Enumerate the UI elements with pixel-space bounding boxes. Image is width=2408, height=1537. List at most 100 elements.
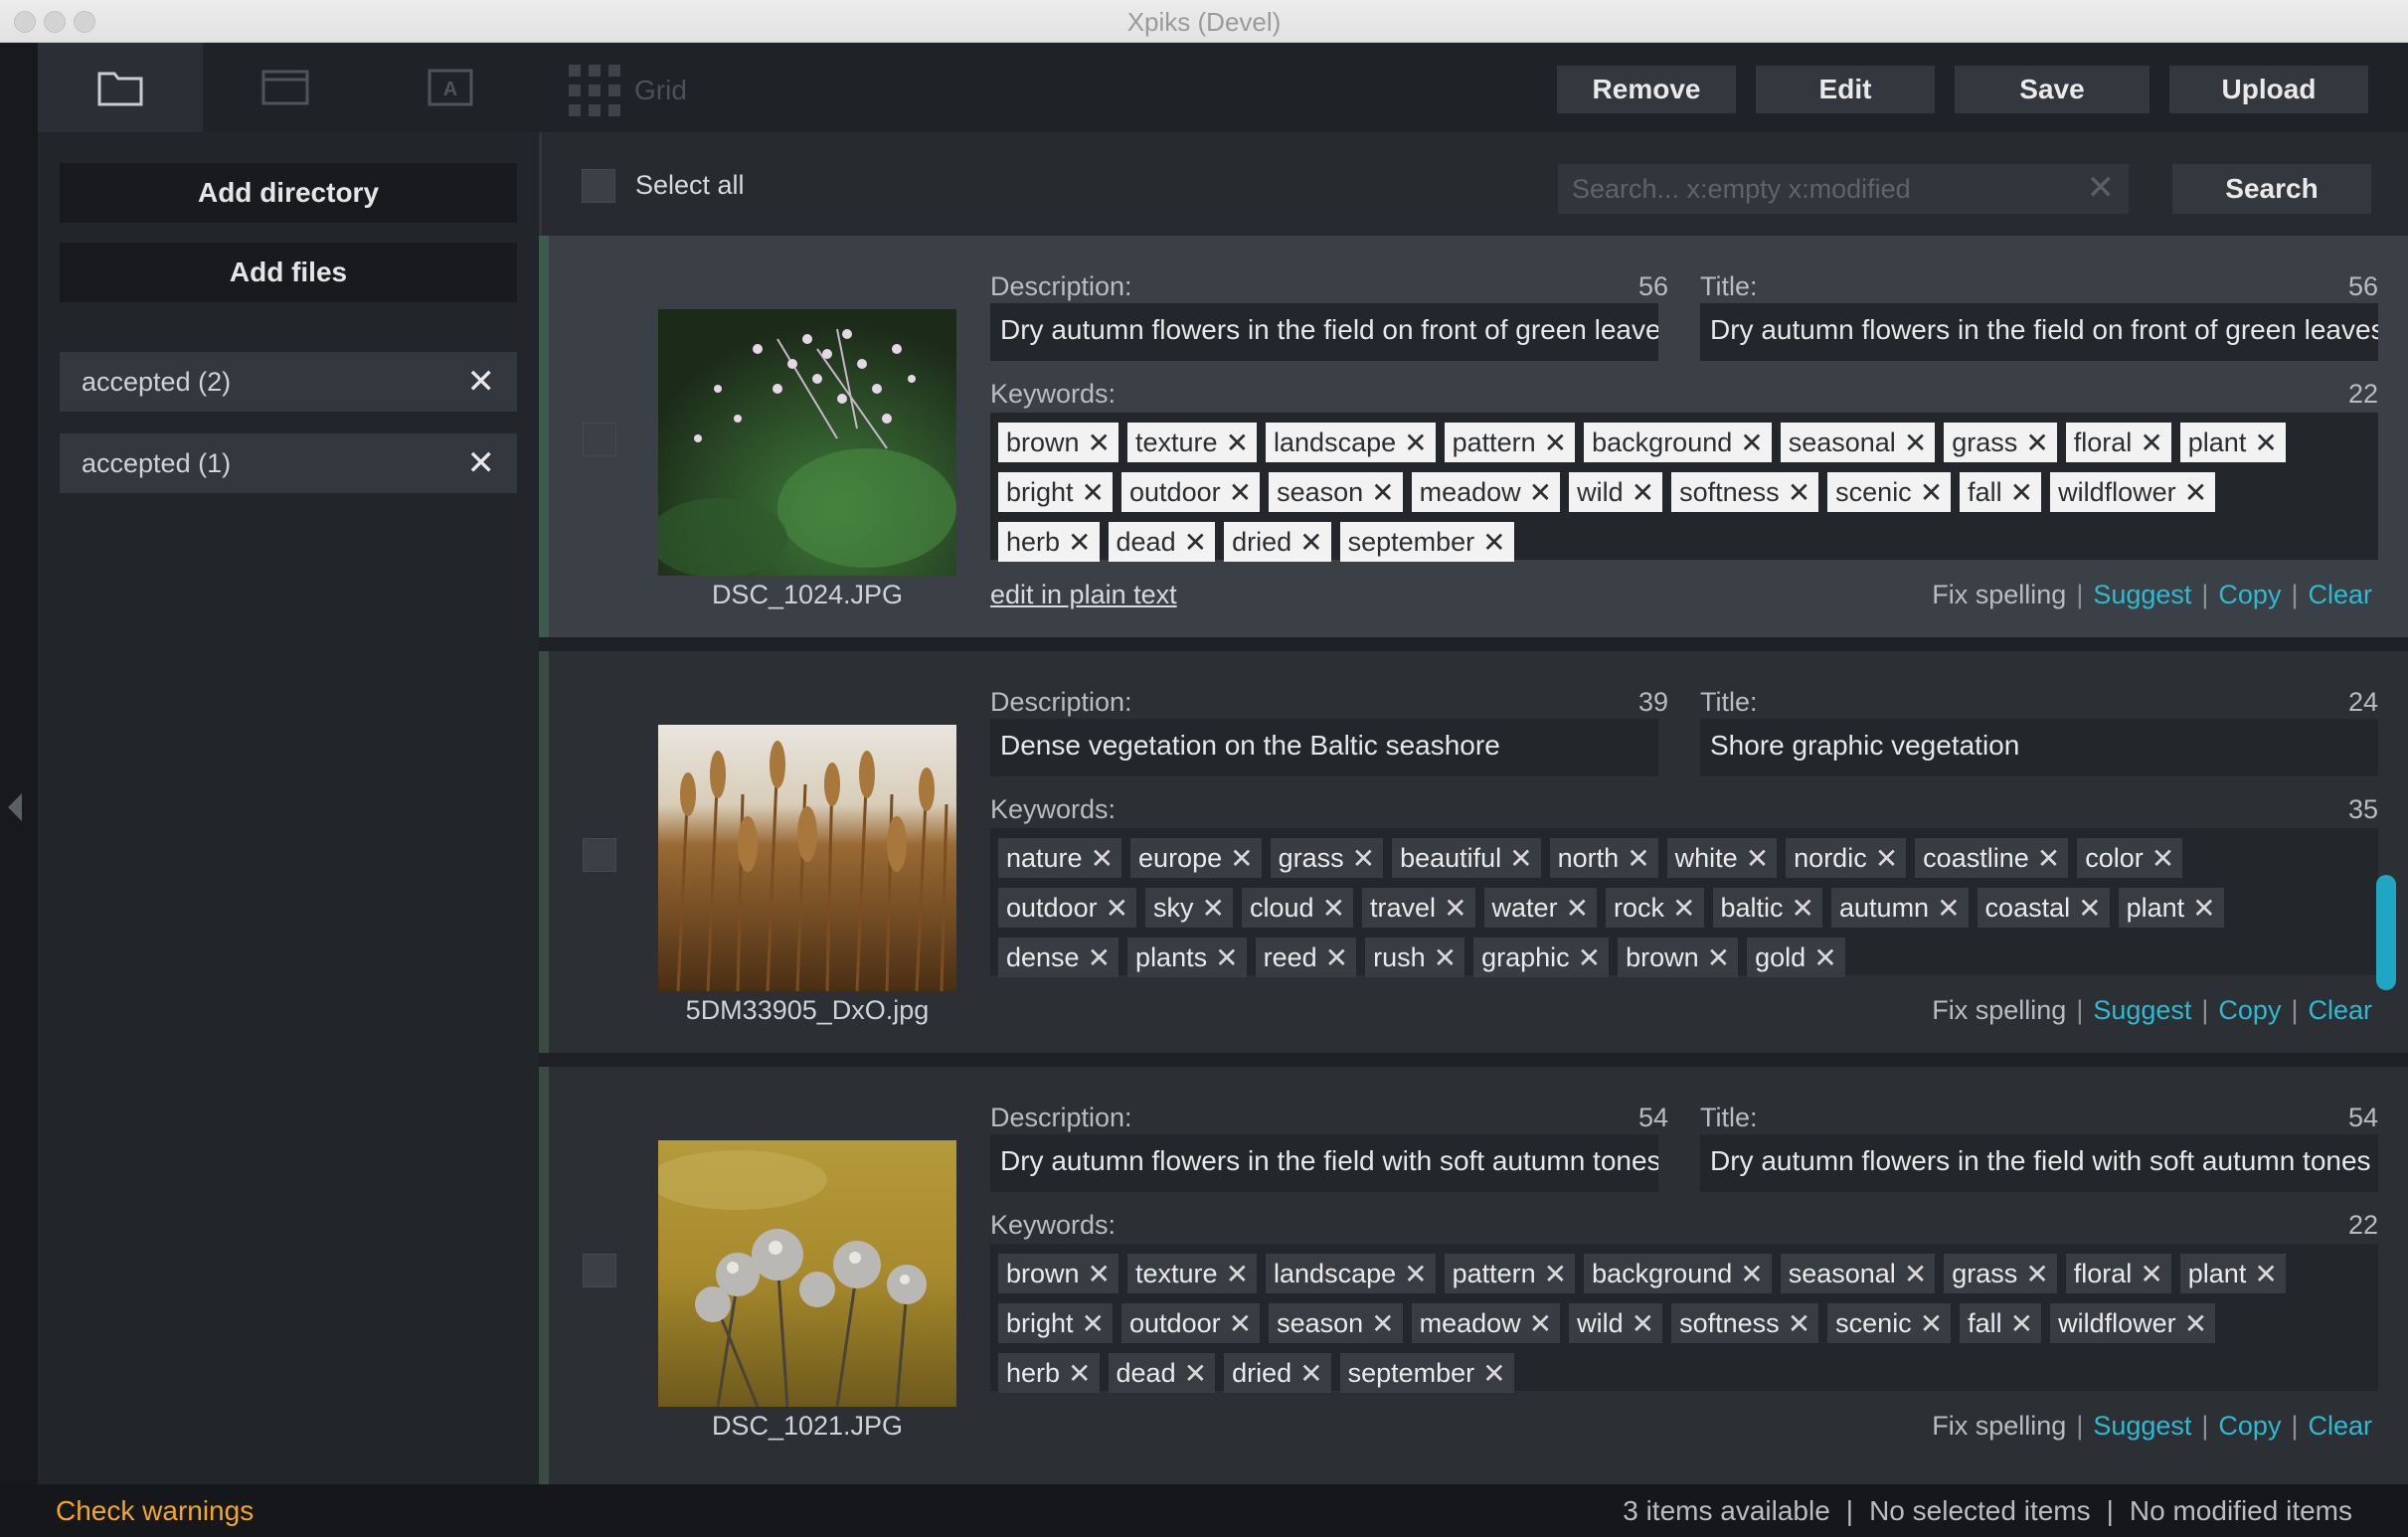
remove-keyword-icon[interactable]: ✕ [1444,892,1466,925]
remove-keyword-icon[interactable]: ✕ [1788,1307,1810,1340]
remove-keyword-icon[interactable]: ✕ [2037,842,2060,875]
remove-keyword-icon[interactable]: ✕ [1544,1258,1567,1290]
remove-keyword-icon[interactable]: ✕ [1229,476,1252,509]
select-all-label[interactable]: Select all [635,170,745,201]
remove-keyword-icon[interactable]: ✕ [1813,941,1836,974]
remove-keyword-icon[interactable]: ✕ [2184,476,2207,509]
keyword-chip[interactable]: softness ✕ [1671,472,1819,512]
fix-spelling-link[interactable]: Fix spelling [1932,995,2066,1026]
clear-search-icon[interactable]: ✕ [2087,168,2116,208]
remove-keyword-icon[interactable]: ✕ [1088,427,1111,459]
remove-keyword-icon[interactable]: ✕ [1937,892,1960,925]
remove-keyword-icon[interactable]: ✕ [1509,842,1532,875]
grid-toggle[interactable]: Grid [569,65,687,116]
keyword-chip[interactable]: rush ✕ [1365,938,1465,977]
keyword-chip[interactable]: sky ✕ [1145,888,1234,928]
clear-link[interactable]: Clear [2308,1411,2372,1442]
thumbnail-image[interactable] [658,725,956,991]
remove-keyword-icon[interactable]: ✕ [2254,1258,2277,1290]
keyword-chip[interactable]: plant ✕ [2118,888,2224,928]
keyword-chip[interactable]: plant ✕ [2179,423,2286,462]
keyword-chip[interactable]: season ✕ [1269,1303,1403,1343]
keyword-chip[interactable]: landscape ✕ [1266,1254,1436,1293]
keyword-chip[interactable]: bright ✕ [998,1303,1114,1343]
search-input[interactable]: Search... x:empty x:modified ✕ [1558,164,2129,214]
remove-keyword-icon[interactable]: ✕ [1920,476,1943,509]
keyword-chip[interactable]: grass ✕ [1270,838,1384,878]
remove-keyword-icon[interactable]: ✕ [1746,842,1769,875]
add-directory-button[interactable]: Add directory [60,163,517,223]
keyword-chip[interactable]: autumn ✕ [1831,888,1969,928]
remove-keyword-icon[interactable]: ✕ [2025,427,2048,459]
remove-button[interactable]: Remove [1557,66,1736,113]
remove-keyword-icon[interactable]: ✕ [1672,892,1695,925]
description-field[interactable]: Dense vegetation on the Baltic seashore [990,719,1658,776]
keyword-chip[interactable]: water ✕ [1483,888,1598,928]
remove-keyword-icon[interactable]: ✕ [1482,526,1505,559]
keyword-chip[interactable]: dead ✕ [1108,1353,1216,1393]
keyword-chip[interactable]: season ✕ [1269,472,1403,512]
keyword-chip[interactable]: baltic ✕ [1712,888,1823,928]
remove-keyword-icon[interactable]: ✕ [1529,1307,1552,1340]
remove-directory-icon[interactable]: ✕ [467,446,496,480]
title-field[interactable]: Dry autumn flowers in the field on front… [1700,303,2378,361]
remove-keyword-icon[interactable]: ✕ [1482,1357,1505,1390]
keyword-chip[interactable]: seasonal ✕ [1780,1254,1936,1293]
keyword-chip[interactable]: nature ✕ [998,838,1122,878]
keyword-chip[interactable]: floral ✕ [2065,1254,2171,1293]
keyword-chip[interactable]: dried ✕ [1224,1353,1331,1393]
remove-keyword-icon[interactable]: ✕ [2025,1258,2048,1290]
remove-keyword-icon[interactable]: ✕ [2151,842,2174,875]
keyword-chip[interactable]: grass ✕ [1944,423,2057,462]
remove-keyword-icon[interactable]: ✕ [1792,892,1814,925]
remove-keyword-icon[interactable]: ✕ [1230,842,1253,875]
keyword-chip[interactable]: reed ✕ [1255,938,1357,977]
description-field[interactable]: Dry autumn flowers in the field on front… [990,303,1658,361]
suggest-link[interactable]: Suggest [2093,580,2191,610]
fix-spelling-link[interactable]: Fix spelling [1932,1411,2066,1442]
keyword-chip[interactable]: bright ✕ [998,472,1114,512]
keyword-chip[interactable]: wildflower ✕ [2050,1303,2216,1343]
description-field[interactable]: Dry autumn flowers in the field with sof… [990,1134,1658,1192]
keyword-chip[interactable]: coastline ✕ [1915,838,2069,878]
remove-keyword-icon[interactable]: ✕ [1627,842,1649,875]
keyword-chip[interactable]: texture ✕ [1127,423,1258,462]
remove-keyword-icon[interactable]: ✕ [1707,941,1730,974]
keyword-chip[interactable]: fall ✕ [1960,1303,2042,1343]
keyword-chip[interactable]: grass ✕ [1944,1254,2057,1293]
remove-keyword-icon[interactable]: ✕ [1371,476,1394,509]
keyword-chip[interactable]: dead ✕ [1108,522,1216,562]
keyword-chip[interactable]: plant ✕ [2179,1254,2286,1293]
keyword-chip[interactable]: dense ✕ [998,938,1119,977]
keyword-chip[interactable]: white ✕ [1666,838,1778,878]
remove-keyword-icon[interactable]: ✕ [2010,1307,2033,1340]
remove-keyword-icon[interactable]: ✕ [1325,941,1348,974]
remove-keyword-icon[interactable]: ✕ [1875,842,1898,875]
keyword-chip[interactable]: graphic ✕ [1473,938,1610,977]
remove-keyword-icon[interactable]: ✕ [1106,892,1128,925]
remove-keyword-icon[interactable]: ✕ [1068,526,1091,559]
keyword-chip[interactable]: september ✕ [1339,522,1514,562]
keyword-chip[interactable]: dried ✕ [1224,522,1331,562]
add-files-button[interactable]: Add files [60,243,517,302]
keyword-chip[interactable]: landscape ✕ [1266,423,1436,462]
tab-files[interactable] [38,43,203,132]
keyword-chip[interactable]: wild ✕ [1569,472,1663,512]
artwork-item[interactable]: DSC_1024.JPG Description: 56 Dry autumn … [539,236,2408,637]
keyword-chip[interactable]: background ✕ [1584,423,1772,462]
copy-link[interactable]: Copy [2218,1411,2281,1442]
keyword-chip[interactable]: brown ✕ [1618,938,1739,977]
item-checkbox[interactable] [583,1254,616,1287]
thumbnail-image[interactable] [658,1140,956,1407]
keywords-box[interactable]: nature ✕ europe ✕ grass ✕ beautiful ✕ north ✕ whit… [990,828,2378,977]
keyword-chip[interactable]: coastal ✕ [1977,888,2110,928]
remove-keyword-icon[interactable]: ✕ [2010,476,2033,509]
item-checkbox[interactable] [583,423,616,456]
keyword-chip[interactable]: pattern ✕ [1444,1254,1576,1293]
search-button[interactable]: Search [2172,164,2371,214]
keyword-chip[interactable]: seasonal ✕ [1780,423,1936,462]
keyword-chip[interactable]: gold ✕ [1747,938,1845,977]
keyword-chip[interactable]: nordic ✕ [1786,838,1907,878]
keyword-chip[interactable]: background ✕ [1584,1254,1772,1293]
remove-keyword-icon[interactable]: ✕ [1434,941,1457,974]
